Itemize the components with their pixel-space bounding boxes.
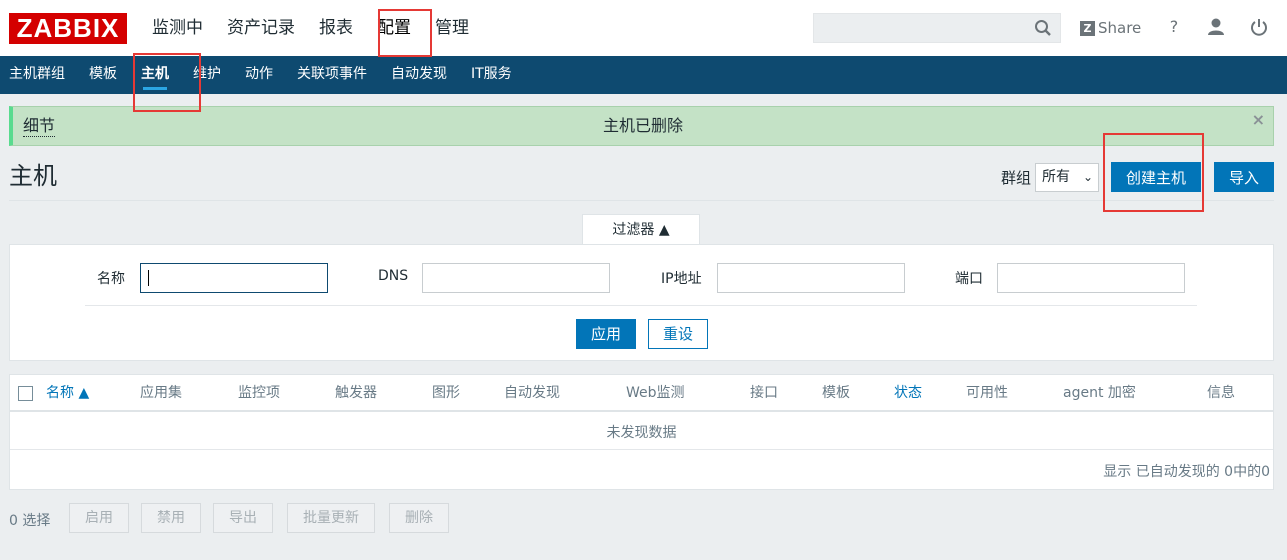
sub-nav-it-services[interactable]: IT服务 [459, 56, 524, 94]
port-field[interactable] [997, 263, 1185, 293]
share-link[interactable]: Z Share [1080, 17, 1141, 39]
column-graphs: 图形 [432, 385, 460, 401]
column-triggers: 触发器 [335, 385, 377, 401]
sub-nav-host-groups[interactable]: 主机群组 [0, 56, 77, 94]
mass-update-button[interactable]: 批量更新 [287, 503, 375, 533]
column-availability: 可用性 [966, 385, 1008, 401]
user-profile-icon[interactable] [1205, 16, 1227, 38]
top-nav: 监测中 资产记录 报表 配置 管理 [140, 0, 481, 56]
sub-nav-correlation[interactable]: 关联项事件 [285, 56, 379, 94]
name-label: 名称 [97, 271, 125, 287]
message-text: 主机已删除 [602, 116, 683, 135]
top-nav-monitoring[interactable]: 监测中 [140, 0, 215, 56]
paging-info: 显示 已自动发现的 0中的0 [1103, 464, 1270, 480]
delete-button[interactable]: 删除 [389, 503, 449, 533]
page-title: 主机 [9, 162, 57, 190]
enable-button[interactable]: 启用 [69, 503, 129, 533]
sub-nav-discovery[interactable]: 自动发现 [379, 56, 459, 94]
import-button[interactable]: 导入 [1214, 162, 1274, 192]
divider [9, 200, 1274, 201]
hosts-table: 名称 ▲ 应用集 监控项 触发器 图形 自动发现 Web监测 接口 模板 状态 … [9, 374, 1274, 490]
column-discovery: 自动发现 [504, 385, 560, 401]
sub-nav-hosts[interactable]: 主机 [129, 56, 181, 94]
column-info: 信息 [1207, 385, 1235, 401]
row-divider [10, 449, 1273, 450]
dns-field[interactable] [422, 263, 610, 293]
share-label: Share [1098, 19, 1142, 37]
search-icon[interactable] [1034, 19, 1052, 37]
top-nav-inventory[interactable]: 资产记录 [215, 0, 307, 56]
dns-label: DNS [378, 268, 409, 284]
select-all-checkbox[interactable] [18, 386, 33, 401]
no-data-message: 未发现数据 [606, 425, 677, 441]
search-input[interactable] [813, 13, 1061, 43]
chevron-down-icon: ⌄ [1082, 170, 1093, 184]
sub-nav-maintenance[interactable]: 维护 [181, 56, 233, 94]
ip-label: IP地址 [661, 271, 702, 287]
reset-button[interactable]: 重设 [648, 319, 708, 349]
close-icon[interactable]: × [1252, 110, 1265, 129]
zabbix-logo[interactable]: ZABBIX [9, 13, 127, 44]
column-interface: 接口 [750, 385, 778, 401]
column-web: Web监测 [626, 385, 685, 401]
text-caret [148, 270, 149, 286]
filter-divider [85, 305, 1197, 306]
sign-out-icon[interactable] [1248, 16, 1270, 38]
column-items: 监控项 [238, 385, 280, 401]
filter-panel: 名称 DNS IP地址 端口 应用 重设 [9, 244, 1274, 361]
sub-nav-templates[interactable]: 模板 [77, 56, 129, 94]
name-field[interactable] [140, 263, 328, 293]
group-label: 群组 [1001, 169, 1032, 187]
column-name[interactable]: 名称 ▲ [46, 384, 89, 402]
column-applications: 应用集 [140, 385, 182, 401]
column-status[interactable]: 状态 [894, 384, 922, 402]
column-templates: 模板 [822, 385, 850, 401]
table-header: 名称 ▲ 应用集 监控项 触发器 图形 自动发现 Web监测 接口 模板 状态 … [10, 375, 1273, 412]
top-nav-reports[interactable]: 报表 [307, 0, 365, 56]
port-label: 端口 [955, 271, 983, 287]
top-nav-configuration[interactable]: 配置 [365, 0, 423, 56]
filter-tab[interactable]: 过滤器 ▲ [582, 214, 700, 245]
group-select[interactable]: 所有 ⌄ [1035, 163, 1099, 192]
sub-nav: 主机群组 模板 主机 维护 动作 关联项事件 自动发现 IT服务 [0, 56, 1287, 94]
column-agent-encryption: agent 加密 [1063, 385, 1136, 401]
apply-button[interactable]: 应用 [576, 319, 636, 349]
sub-nav-actions[interactable]: 动作 [233, 56, 285, 94]
help-icon[interactable]: ? [1163, 16, 1185, 38]
disable-button[interactable]: 禁用 [141, 503, 201, 533]
ip-field[interactable] [717, 263, 905, 293]
create-host-button[interactable]: 创建主机 [1111, 162, 1201, 192]
success-message: 细节 主机已删除 × [9, 106, 1274, 146]
selected-count: 0 选择 [9, 513, 51, 529]
top-nav-administration[interactable]: 管理 [423, 0, 481, 56]
zabbix-share-icon: Z [1080, 20, 1095, 36]
group-select-value: 所有 [1042, 169, 1070, 185]
export-button[interactable]: 导出 [213, 503, 273, 533]
top-header: ZABBIX 监测中 资产记录 报表 配置 管理 Z Share ? [0, 0, 1287, 56]
